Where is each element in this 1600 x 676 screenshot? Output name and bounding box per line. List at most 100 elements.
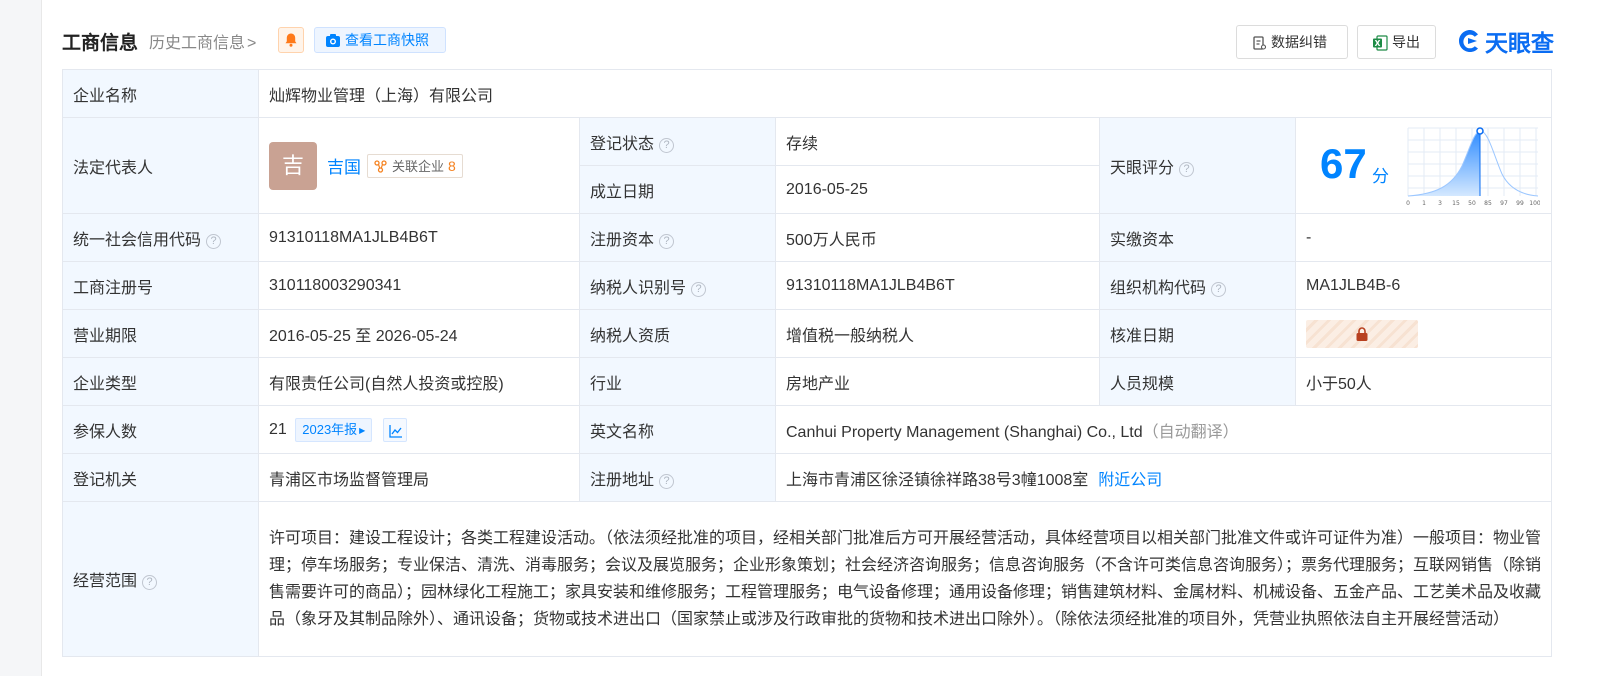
left-gutter: [0, 0, 42, 676]
approval-date-cell: [1294, 309, 1553, 358]
table-row: 企业类型 有限责任公司(自然人投资或控股) 行业 房地产业 人员规模 小于50人: [62, 357, 1553, 406]
help-icon[interactable]: ?: [691, 281, 707, 297]
reg-address-label-cell: 注册地址?: [579, 453, 776, 502]
chart-tick: 97: [1500, 200, 1508, 207]
reg-address-label: 注册地址: [590, 471, 655, 489]
reg-capital-value: 500万人民币: [775, 213, 1100, 262]
company-name-label: 企业名称: [62, 69, 259, 118]
chart-tick: 99: [1516, 200, 1524, 207]
company-type-value: 有限责任公司(自然人投资或控股): [258, 357, 580, 406]
tianyan-score-cell[interactable]: 67 分 0 1 3 15 50 85 97 99 100: [1294, 117, 1553, 214]
reg-capital-label-cell: 注册资本?: [579, 213, 776, 262]
annual-report-tag[interactable]: 2023年报 ▶: [295, 417, 373, 442]
reg-capital-label: 注册资本: [590, 231, 655, 249]
help-icon[interactable]: ?: [1211, 281, 1227, 297]
data-correction-label: 数据纠错: [1271, 34, 1327, 50]
chart-tick: 100: [1529, 200, 1540, 207]
section-header: 工商信息 历史工商信息 > 查看工商快照 数据纠错 X 导出 天眼查: [62, 24, 1554, 60]
score-unit: 分: [1372, 167, 1389, 186]
reg-status-label-cell: 登记状态?: [579, 117, 776, 166]
tianyancha-eye-icon: [1459, 30, 1478, 52]
section-title: 工商信息: [62, 33, 139, 54]
history-link[interactable]: 历史工商信息 >: [149, 29, 256, 53]
founded-label: 成立日期: [579, 165, 776, 214]
business-info-table: 企业名称 灿辉物业管理（上海）有限公司 法定代表人 吉吉国 关联企业 8 登记状态?…: [62, 69, 1553, 657]
chart-tick: 0: [1406, 200, 1410, 207]
org-code-label-cell: 组织机构代码?: [1099, 261, 1296, 310]
scope-label: 经营范围: [73, 573, 138, 590]
insured-label: 参保人数: [62, 405, 259, 454]
business-term-label: 营业期限: [62, 309, 259, 358]
lock-icon: [1356, 326, 1368, 341]
export-button[interactable]: X 导出: [1357, 25, 1436, 59]
reg-authority-label: 登记机关: [62, 453, 259, 502]
table-row: 参保人数 21 2023年报 ▶ 英文名称 Canhui Property Man…: [62, 405, 1553, 454]
auto-translate-note: （自动翻译）: [1142, 423, 1239, 441]
export-label: 导出: [1392, 34, 1420, 50]
tianyan-score-label: 天眼评分: [1110, 159, 1175, 177]
table-row: 统一社会信用代码? 91310118MA1JLB4B6T 注册资本? 500万人…: [62, 213, 1553, 262]
credit-code-label: 统一社会信用代码: [73, 231, 202, 249]
help-icon[interactable]: ?: [659, 233, 675, 249]
score-distribution-chart: 0 1 3 15 50 85 97 99 100: [1406, 127, 1540, 207]
table-row: 经营范围? 许可项目：建设工程设计；各类工程建设活动。（依法须经批准的项目，经相…: [62, 501, 1553, 657]
table-row: 登记机关 青浦区市场监督管理局 注册地址? 上海市青浦区徐泾镇徐祥路38号3幢1…: [62, 453, 1553, 502]
help-icon[interactable]: ?: [206, 233, 222, 249]
related-companies-label: 关联企业: [392, 158, 445, 174]
related-companies-count: 8: [448, 157, 456, 174]
scope-label-cell: 经营范围?: [62, 501, 259, 657]
company-type-label: 企业类型: [62, 357, 259, 406]
english-name-value: Canhui Property Management (Shanghai) Co…: [786, 423, 1143, 441]
monitor-bell-button[interactable]: [278, 27, 304, 53]
table-row: 企业名称 灿辉物业管理（上海）有限公司: [62, 69, 1553, 118]
related-companies-tag[interactable]: 关联企业 8: [367, 153, 463, 178]
chart-tick: 50: [1468, 200, 1476, 207]
avatar[interactable]: 吉: [269, 141, 317, 190]
approval-date-label: 核准日期: [1099, 309, 1296, 358]
help-icon[interactable]: ?: [142, 575, 158, 590]
line-chart-icon: [389, 424, 402, 438]
taxpayer-id-label-cell: 纳税人识别号?: [579, 261, 776, 310]
trend-chart-button[interactable]: [382, 417, 407, 442]
table-row: 法定代表人 吉吉国 关联企业 8 登记状态? 存续 天眼评分? 67 分 0 1…: [62, 117, 1553, 214]
insured-cell: 21 2023年报 ▶: [258, 405, 580, 454]
paid-capital-value: -: [1294, 213, 1553, 262]
nearby-companies-link[interactable]: 附近公司: [1098, 472, 1162, 489]
org-code-value: MA1JLB4B-6: [1294, 261, 1553, 310]
legal-rep-name-link[interactable]: 吉国: [327, 158, 361, 177]
english-name-label: 英文名称: [579, 405, 776, 454]
reg-number-label: 工商注册号: [62, 261, 259, 310]
taxpayer-id-label: 纳税人识别号: [590, 279, 687, 297]
taxpayer-qual-value: 增值税一般纳税人: [775, 309, 1100, 358]
reg-address-value: 上海市青浦区徐泾镇徐祥路38号3幢1008室: [786, 471, 1089, 489]
table-row: 营业期限 2016-05-25 至 2026-05-24 纳税人资质 增值税一般…: [62, 309, 1553, 358]
document-edit-icon: [1253, 36, 1266, 50]
help-icon[interactable]: ?: [1179, 161, 1195, 177]
annual-report-label: 2023年报: [302, 421, 358, 437]
industry-label: 行业: [579, 357, 776, 406]
founded-value: 2016-05-25: [775, 165, 1100, 214]
chart-tick: 3: [1438, 200, 1442, 207]
locked-value-bar[interactable]: [1306, 319, 1418, 348]
score-number: 67: [1320, 140, 1367, 187]
reg-number-value: 310118003290341: [258, 261, 580, 310]
chevron-right-icon: >: [247, 35, 257, 52]
company-name-value: 灿辉物业管理（上海）有限公司: [257, 69, 1553, 118]
bell-icon: [285, 33, 297, 47]
taxpayer-qual-label: 纳税人资质: [579, 309, 776, 358]
reg-status-value: 存续: [775, 117, 1100, 166]
data-correction-button[interactable]: 数据纠错: [1236, 25, 1348, 59]
insured-value: 21: [269, 420, 287, 438]
network-icon: [374, 159, 387, 173]
business-term-value: 2016-05-25 至 2026-05-24: [258, 309, 580, 358]
history-link-label: 历史工商信息: [149, 35, 246, 52]
tianyan-score-label-cell: 天眼评分?: [1099, 117, 1296, 214]
taxpayer-id-value: 91310118MA1JLB4B6T: [775, 261, 1100, 310]
legal-rep-label: 法定代表人: [62, 117, 259, 214]
english-name-cell: Canhui Property Management (Shanghai) Co…: [774, 405, 1553, 454]
paid-capital-label: 实缴资本: [1099, 213, 1296, 262]
snapshot-button[interactable]: 查看工商快照: [314, 27, 446, 53]
logo-text: 天眼查: [1485, 30, 1554, 56]
help-icon[interactable]: ?: [659, 473, 675, 489]
help-icon[interactable]: ?: [659, 137, 675, 153]
